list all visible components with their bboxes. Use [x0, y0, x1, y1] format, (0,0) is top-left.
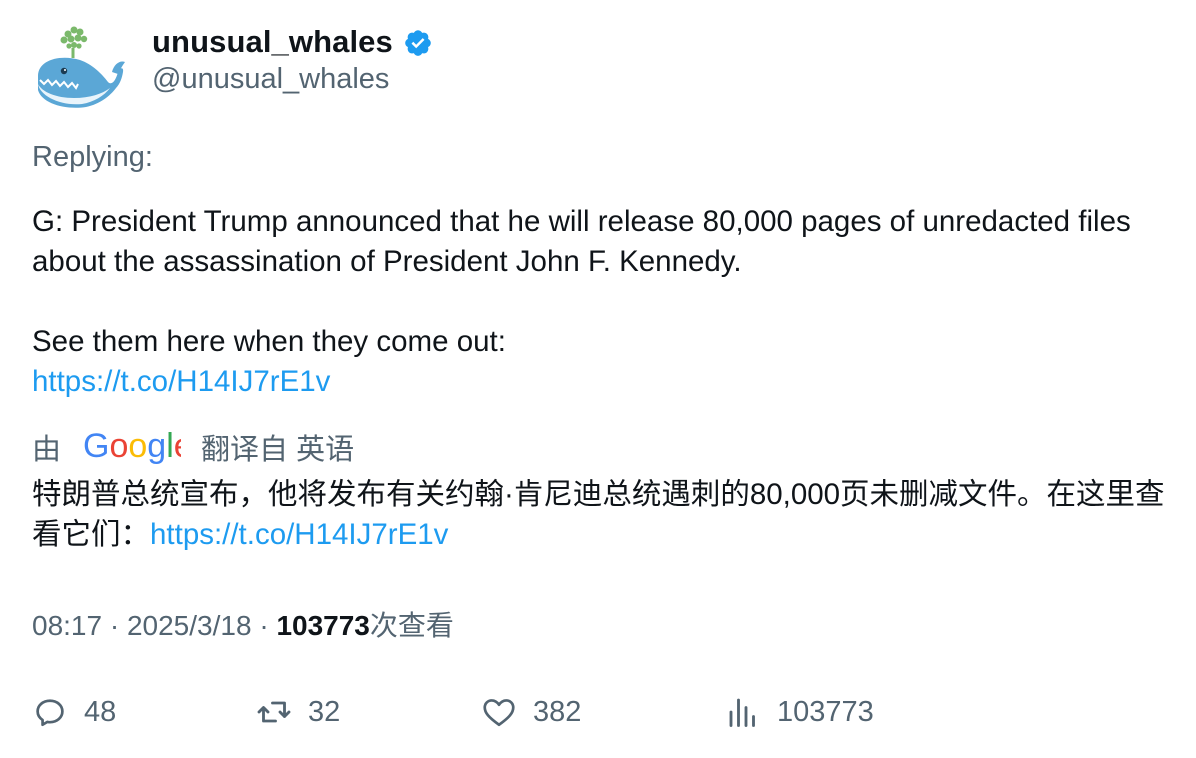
meta-separator: ·: [251, 610, 277, 641]
views-label: 次查看: [369, 610, 454, 641]
translated-text: 特朗普总统宣布，他将发布有关约翰·肯尼迪总统遇刺的80,000页未删减文件。在这…: [32, 475, 1172, 555]
tweet-actions: 48 32 382 103773: [32, 690, 1132, 734]
reply-icon: [36, 699, 64, 727]
translated-link[interactable]: https://t.co/H14IJ7rE1v: [150, 518, 448, 551]
retweet-count: 32: [308, 695, 341, 728]
whale-avatar-icon: [38, 26, 125, 108]
tweet-link[interactable]: https://t.co/H14IJ7rE1v: [32, 365, 330, 398]
translated-by-row: 由 Google 翻译自 英语: [32, 424, 354, 470]
reply-button[interactable]: 48: [32, 690, 116, 734]
like-button[interactable]: 382: [481, 690, 581, 734]
author-display-name[interactable]: unusual_whales: [152, 24, 393, 60]
tweet-meta: 08:17 · 2025/3/18 · 103773次查看: [32, 604, 454, 644]
retweet-icon: [257, 701, 291, 723]
svg-text:Google: Google: [83, 427, 181, 465]
like-count: 382: [533, 695, 582, 728]
author-handle[interactable]: @unusual_whales: [152, 63, 389, 96]
views-count: 103773: [276, 610, 370, 641]
author-name-row: unusual_whales: [152, 22, 433, 62]
translated-by-suffix[interactable]: 翻译自 英语: [201, 426, 354, 468]
views-action-count: 103773: [777, 695, 874, 728]
tweet-time[interactable]: 08:17: [32, 610, 102, 641]
tweet-text-line-1: G: President Trump announced that he wil…: [32, 205, 1131, 278]
reply-count: 48: [84, 695, 117, 728]
heart-icon: [483, 699, 515, 727]
retweet-button[interactable]: 32: [256, 690, 340, 734]
meta-separator: ·: [102, 610, 127, 641]
avatar[interactable]: [30, 24, 126, 114]
tweet-text-line-2: See them here when they come out:: [32, 325, 506, 358]
tweet-text: G: President Trump announced that he wil…: [32, 202, 1172, 402]
verified-badge-icon: [405, 30, 431, 56]
replying-label: Replying:: [32, 141, 153, 173]
analytics-icon: [729, 698, 755, 727]
views-button[interactable]: 103773: [725, 690, 874, 734]
google-logo-icon: Google: [83, 427, 181, 465]
tweet-date[interactable]: 2025/3/18: [127, 610, 252, 641]
translated-by-prefix: 由: [32, 434, 62, 466]
